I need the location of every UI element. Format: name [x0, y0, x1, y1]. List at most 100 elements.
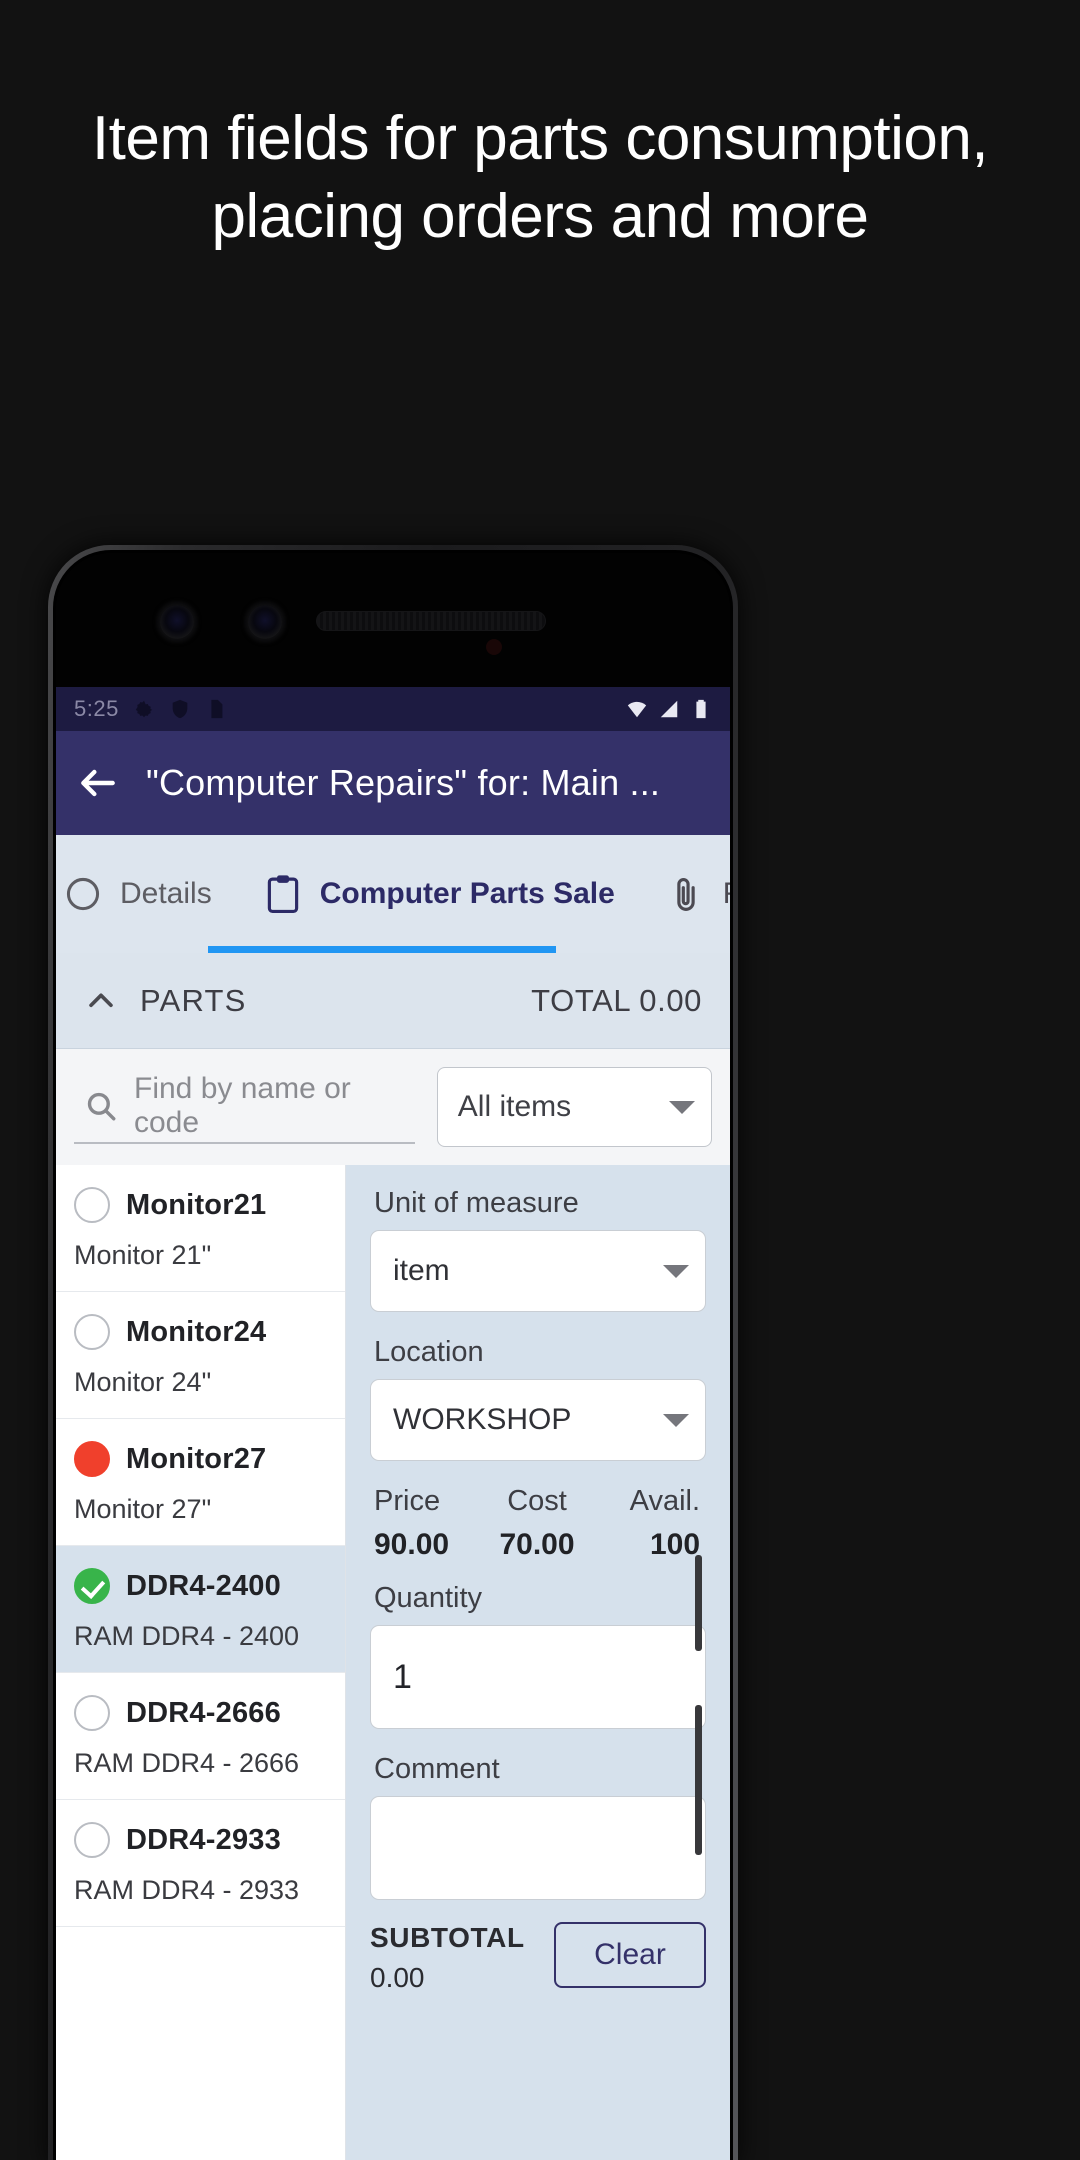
parts-item-list[interactable]: Monitor21 Monitor 21" Monitor24 Monitor …	[56, 1165, 346, 2160]
subtotal-value: 0.00	[370, 1962, 425, 1993]
status-indicator-icon	[74, 1695, 110, 1731]
status-indicator-icon	[74, 1441, 110, 1477]
app-bar: "Computer Repairs" for: Main ...	[56, 731, 730, 835]
avail-stat: Avail. 100	[591, 1485, 706, 1562]
device-top-bezel	[56, 553, 730, 687]
list-item-code: Monitor24	[126, 1315, 267, 1348]
tab-computer-parts-sale[interactable]: Computer Parts Sale	[238, 835, 641, 953]
location-value: WORKSHOP	[393, 1403, 572, 1436]
tab-computer-parts-sale-label: Computer Parts Sale	[319, 877, 615, 910]
list-item-header: Monitor21	[74, 1187, 327, 1223]
list-item-header: Monitor27	[74, 1441, 327, 1477]
list-item[interactable]: Monitor24 Monitor 24"	[56, 1292, 345, 1419]
price-value: 90.00	[374, 1528, 450, 1561]
list-item-code: DDR4-2666	[126, 1696, 281, 1729]
cost-value: 70.00	[499, 1528, 575, 1561]
status-bar: 5:25	[56, 687, 730, 731]
list-item-description: Monitor 21"	[74, 1240, 212, 1270]
tab-details-label: Details	[120, 877, 212, 910]
page-title: "Computer Repairs" for: Main ...	[146, 762, 661, 803]
status-bar-right-icons	[626, 698, 712, 720]
list-item[interactable]: Monitor21 Monitor 21"	[56, 1165, 345, 1292]
list-item-code: Monitor21	[126, 1188, 267, 1221]
tab-files[interactable]: Files	[641, 835, 730, 953]
subtotal-row: SUBTOTAL 0.00 Clear	[370, 1922, 706, 1994]
device-side-button-volume[interactable]	[695, 1555, 702, 1651]
parts-section-header[interactable]: PARTS TOTAL 0.00	[56, 953, 730, 1049]
comment-input[interactable]	[370, 1796, 706, 1900]
list-item[interactable]: DDR4-2933 RAM DDR4 - 2933	[56, 1800, 345, 1927]
tab-files-label: Files	[723, 877, 730, 911]
list-item-description: Monitor 24"	[74, 1367, 212, 1397]
phone-screen: 5:25 "Computer Repairs" for: Main ... De…	[56, 553, 730, 2160]
screenshot-stage: Item fields for parts consumption, placi…	[0, 0, 1080, 2160]
chevron-down-icon	[663, 1413, 689, 1427]
item-filter-dropdown[interactable]: All items	[436, 1067, 712, 1147]
active-tab-indicator	[208, 946, 556, 953]
cost-label: Cost	[507, 1485, 567, 1517]
quantity-label: Quantity	[374, 1582, 482, 1614]
list-item-code: Monitor27	[126, 1442, 267, 1475]
list-item-description: RAM DDR4 - 2933	[74, 1875, 300, 1905]
price-stat: Price 90.00	[374, 1485, 483, 1562]
list-item-selected[interactable]: DDR4-2400 RAM DDR4 - 2400	[56, 1546, 345, 1673]
list-item-description: RAM DDR4 - 2400	[74, 1621, 300, 1651]
clear-button[interactable]: Clear	[554, 1922, 706, 1988]
clock-icon	[64, 873, 102, 915]
parts-content-area: Monitor21 Monitor 21" Monitor24 Monitor …	[56, 1165, 730, 2160]
list-item[interactable]: DDR4-2666 RAM DDR4 - 2666	[56, 1673, 345, 1800]
status-indicator-icon	[74, 1314, 110, 1350]
cost-stat: Cost 70.00	[483, 1485, 592, 1562]
subtotal-label: SUBTOTAL	[370, 1922, 525, 1953]
parts-section-total: TOTAL 0.00	[531, 982, 702, 1018]
price-label: Price	[374, 1485, 441, 1517]
parts-section-title: PARTS	[140, 982, 247, 1018]
subtotal-block: SUBTOTAL 0.00	[370, 1922, 538, 1994]
gear-icon	[133, 698, 155, 720]
earpiece-speaker	[316, 611, 546, 631]
price-cost-avail-row: Price 90.00 Cost 70.00 Avail. 100	[374, 1485, 706, 1562]
search-icon	[84, 1089, 118, 1123]
list-item-header: DDR4-2666	[74, 1695, 327, 1731]
avail-label: Avail.	[629, 1485, 701, 1517]
back-arrow-icon[interactable]	[76, 761, 120, 805]
list-item-header: Monitor24	[74, 1314, 327, 1350]
list-item[interactable]: Monitor27 Monitor 27"	[56, 1419, 345, 1546]
avail-value: 100	[649, 1528, 701, 1561]
status-checked-icon	[74, 1568, 110, 1604]
list-item-header: DDR4-2400	[74, 1568, 327, 1604]
list-item-code: DDR4-2933	[126, 1823, 281, 1856]
chevron-down-icon	[663, 1264, 689, 1278]
paperclip-icon	[667, 873, 705, 915]
status-indicator-icon	[74, 1187, 110, 1223]
search-filter-row: Find by name or code All items	[56, 1049, 730, 1165]
phone-inner-bezel: 5:25 "Computer Repairs" for: Main ... De…	[53, 550, 733, 2160]
search-input[interactable]: Find by name or code	[74, 1070, 415, 1144]
clipboard-icon	[264, 873, 302, 915]
chevron-up-icon[interactable]	[84, 984, 118, 1018]
tab-details[interactable]: Details	[56, 835, 238, 953]
wifi-icon	[626, 698, 648, 720]
proximity-sensor-icon	[486, 639, 502, 655]
device-side-button-power[interactable]	[695, 1705, 702, 1855]
front-camera-icon	[160, 605, 194, 639]
sd-card-icon	[205, 698, 227, 720]
quantity-input[interactable]: 1	[370, 1625, 706, 1729]
location-dropdown[interactable]: WORKSHOP	[370, 1379, 706, 1461]
unit-of-measure-value: item	[393, 1254, 450, 1287]
location-label: Location	[374, 1336, 484, 1368]
chevron-down-icon	[669, 1100, 695, 1114]
unit-of-measure-label: Unit of measure	[374, 1187, 579, 1219]
unit-of-measure-dropdown[interactable]: item	[370, 1230, 706, 1312]
shield-play-icon	[169, 698, 191, 720]
list-item-description: RAM DDR4 - 2666	[74, 1748, 300, 1778]
item-filter-value: All items	[457, 1090, 572, 1123]
application-ui: 5:25 "Computer Repairs" for: Main ... De…	[56, 687, 730, 2160]
status-bar-clock: 5:25	[74, 696, 119, 721]
list-item-description: Monitor 27"	[74, 1494, 212, 1524]
front-camera-secondary-icon	[248, 605, 282, 639]
signal-icon	[658, 698, 680, 720]
tab-bar: Details Computer Parts Sale	[56, 835, 730, 953]
status-indicator-icon	[74, 1822, 110, 1858]
search-input-placeholder: Find by name or code	[134, 1072, 351, 1139]
